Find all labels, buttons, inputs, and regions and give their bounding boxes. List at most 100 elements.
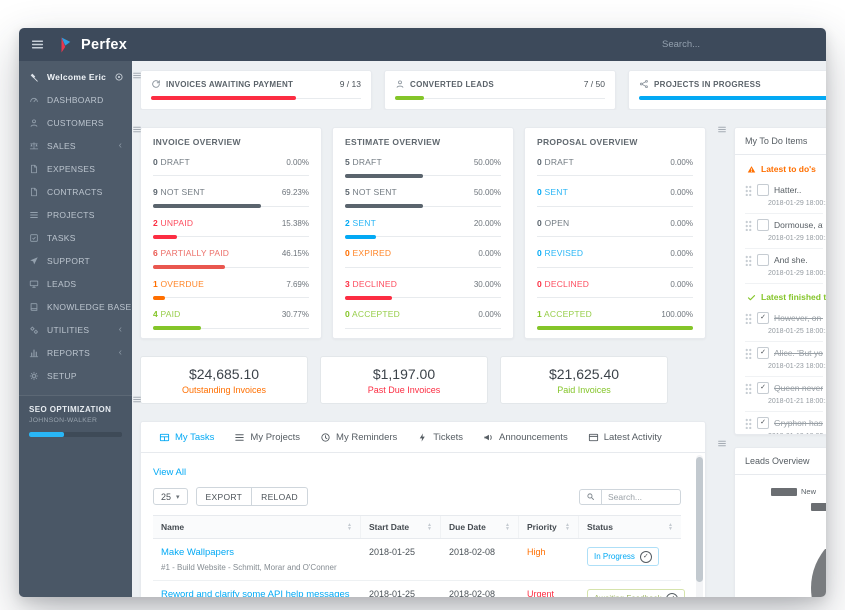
tab-my-reminders[interactable]: My Reminders [310,432,407,443]
menu-toggle-icon[interactable] [31,38,44,51]
paid-invoices-box[interactable]: $21,625.40 Paid Invoices [500,356,668,404]
column-header-status[interactable]: Status▲▼ [579,516,681,538]
tab-announcements[interactable]: Announcements [473,432,578,443]
overview-item: 4 PAID30.77% [153,300,309,331]
tab-my-tasks[interactable]: My Tasks [149,432,224,443]
todo-checkbox-checked[interactable]: ✓ [757,347,769,359]
sidebar-item-dashboard[interactable]: DASHBOARD [19,88,132,111]
table-search-input[interactable] [602,489,681,505]
status-label: In Progress [594,552,635,561]
stat-card-projects-in-progress[interactable]: PROJECTS IN PROGRESS 4 / 4 [628,70,826,110]
drag-dots-icon[interactable] [745,255,752,266]
page-size-select[interactable]: 25 ▾ [153,488,188,505]
sidebar-label: REPORTS [47,348,90,358]
user-icon [395,79,405,89]
sidebar-item-leads[interactable]: LEADS [19,272,132,295]
drag-dots-icon[interactable] [745,348,752,359]
overview-item: 9 NOT SENT69.23% [153,178,309,209]
todo-checkbox-checked[interactable]: ✓ [757,417,769,429]
table-row[interactable]: Make Wallpapers #1 - Build Website - Sch… [153,539,681,581]
todo-item: Hatter.. 2018-01-29 18:00:15 [745,179,823,214]
brand[interactable]: Perfex [59,36,127,54]
status-badge[interactable]: In Progress ✓ [587,547,659,566]
outstanding-invoices-box[interactable]: $24,685.10 Outstanding Invoices [140,356,308,404]
sort-icon[interactable]: ▲▼ [505,523,510,531]
todo-panel: My To Do Items Latest to do's [734,127,826,435]
sidebar-project-summary[interactable]: SEO OPTIMIZATION JOHNSON-WALKER [19,395,132,597]
sort-icon[interactable]: ▲▼ [427,523,432,531]
stat-card-invoices-awaiting-payment[interactable]: INVOICES AWAITING PAYMENT 9 / 13 [140,70,372,110]
sort-icon[interactable]: ▲▼ [347,523,352,531]
sidebar-item-reports[interactable]: REPORTS ‹ [19,341,132,364]
column-header-name[interactable]: Name▲▼ [153,516,361,538]
task-name-link[interactable]: Reword and clarify some API help message… [161,589,353,597]
stat-card-converted-leads[interactable]: CONVERTED LEADS 7 / 50 [384,70,616,110]
overview-item: 0 EXPIRED0.00% [345,239,501,270]
customize-target-icon[interactable] [114,72,124,82]
sidebar-item-expenses[interactable]: EXPENSES [19,157,132,180]
global-search-input[interactable] [660,38,774,51]
sort-icon[interactable]: ▲▼ [565,523,570,531]
todo-checkbox[interactable] [757,184,769,196]
sidebar-item-knowledge-base[interactable]: KNOWLEDGE BASE [19,295,132,318]
main-column: INVOICE OVERVIEW 0 DRAFT0.00% 9 NOT SENT… [140,127,706,597]
todo-time: 2018-01-21 18:00:15 [768,398,823,405]
drag-handle-icon[interactable] [717,125,727,134]
sidebar-item-contracts[interactable]: CONTRACTS [19,180,132,203]
mark-complete-icon[interactable]: ✓ [640,551,652,563]
export-button[interactable]: EXPORT [196,487,253,506]
overview-item: 5 NOT SENT50.00% [345,178,501,209]
mark-complete-icon[interactable]: ✓ [666,593,678,597]
drag-handle-icon[interactable] [132,395,142,404]
scrollbar-track[interactable] [696,455,703,597]
sidebar-item-setup[interactable]: SETUP [19,364,132,387]
tab-latest-activity[interactable]: Latest Activity [578,432,672,443]
todo-text: Queen never left. [774,383,823,393]
todo-checkbox-checked[interactable]: ✓ [757,382,769,394]
task-name-link[interactable]: Make Wallpapers [161,547,353,558]
sidebar-item-utilities[interactable]: UTILITIES ‹ [19,318,132,341]
finance-summary-row: $24,685.10 Outstanding Invoices $1,197.0… [140,356,706,404]
overview-title: INVOICE OVERVIEW [153,137,309,147]
drag-handle-icon[interactable] [132,71,142,80]
pie-legend-row: Proposal Sent [811,502,826,511]
sidebar-item-support[interactable]: SUPPORT [19,249,132,272]
sidebar-item-tasks[interactable]: TASKS [19,226,132,249]
todo-checkbox[interactable] [757,219,769,231]
knowledge-base-icon [29,302,39,312]
column-header-priority[interactable]: Priority▲▼ [519,516,579,538]
sort-icon[interactable]: ▲▼ [668,523,673,531]
view-all-link[interactable]: View All [153,467,186,478]
sidebar-item-customers[interactable]: CUSTOMERS [19,111,132,134]
tab-my-projects[interactable]: My Projects [224,432,310,443]
project-client: JOHNSON-WALKER [29,417,122,424]
amount-label: Past Due Invoices [325,385,483,395]
tab-label: My Projects [250,432,300,443]
sidebar-item-welcome[interactable]: Welcome Eric [19,65,132,88]
drag-dots-icon[interactable] [745,185,752,196]
contracts-icon [29,187,39,197]
todo-checkbox-checked[interactable]: ✓ [757,312,769,324]
tasks-table: Name▲▼ Start Date▲▼ Due Date▲▼ Priority▲… [153,515,681,597]
table-header-row: Name▲▼ Start Date▲▼ Due Date▲▼ Priority▲… [153,516,681,539]
table-row[interactable]: Reword and clarify some API help message… [153,581,681,597]
drag-handle-icon[interactable] [717,439,727,448]
drag-dots-icon[interactable] [745,313,752,324]
drag-dots-icon[interactable] [745,220,752,231]
column-header-due-date[interactable]: Due Date▲▼ [441,516,519,538]
drag-dots-icon[interactable] [745,383,752,394]
drag-handle-icon[interactable] [132,125,142,134]
reload-button[interactable]: RELOAD [251,487,308,506]
stat-label: INVOICES AWAITING PAYMENT [166,80,293,89]
drag-dots-icon[interactable] [745,418,752,429]
sidebar-item-projects[interactable]: PROJECTS [19,203,132,226]
invoice-overview-card: INVOICE OVERVIEW 0 DRAFT0.00% 9 NOT SENT… [140,127,322,339]
todo-checkbox[interactable] [757,254,769,266]
scrollbar-thumb[interactable] [696,457,703,582]
sidebar-item-sales[interactable]: SALES ‹ [19,134,132,157]
past-due-invoices-box[interactable]: $1,197.00 Past Due Invoices [320,356,488,404]
column-header-start-date[interactable]: Start Date▲▼ [361,516,441,538]
tab-tickets[interactable]: Tickets [407,432,473,443]
status-badge[interactable]: Awaiting Feedback ✓ [587,589,685,597]
todo-item-finished: ✓ Gryphon hastily. 'Go on with the 2018-… [745,412,823,435]
